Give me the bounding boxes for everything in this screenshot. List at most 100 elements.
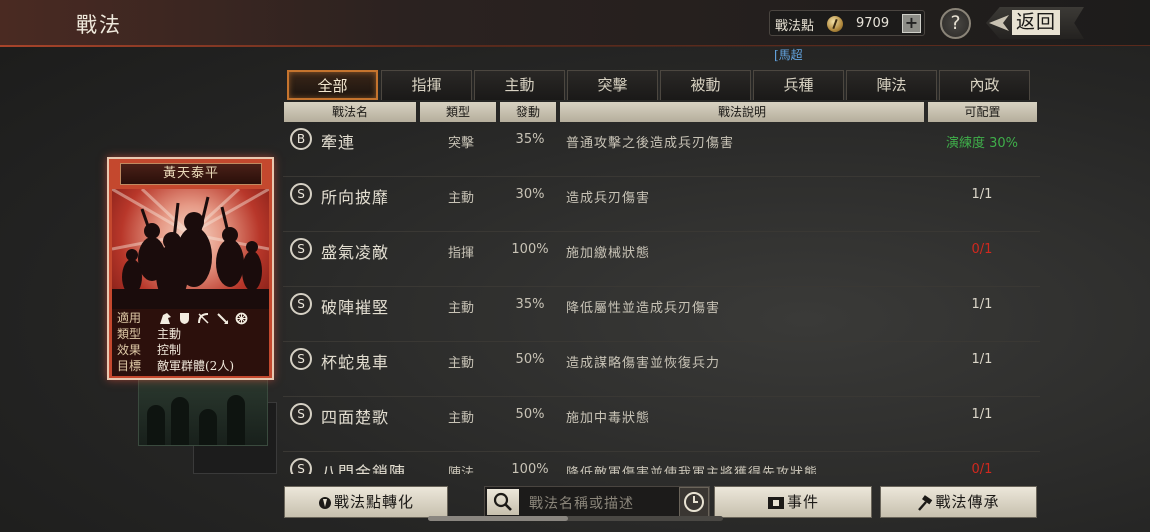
card-effect-value: 控制 — [157, 343, 182, 357]
column-header-desc: 戰法說明 — [560, 102, 924, 122]
card-type-row: 類型 主動 — [117, 327, 181, 342]
horizontal-scrollbar[interactable] — [428, 516, 723, 521]
tab-assault[interactable]: 突擊 — [567, 70, 658, 100]
card-title: 黃天泰平 — [120, 163, 262, 185]
skill-rate: 100% — [511, 462, 549, 474]
skill-availability: 1/1 — [971, 297, 993, 312]
skill-rate: 100% — [511, 242, 549, 257]
skill-row[interactable]: S 八門金鎖陣 陣法 100% 降低敵軍傷害並使我軍主將獲得先攻狀態 0/1 — [283, 452, 1040, 474]
skill-rate: 35% — [515, 132, 545, 147]
skill-card[interactable]: 黃天泰平 適用 類型 主動 效果 控制 目標 敵軍群體(2人) — [107, 157, 274, 380]
silhouette-figure — [147, 405, 165, 445]
card-effect-row: 效果 控制 — [117, 343, 181, 358]
skill-name: 四面楚歌 — [321, 408, 390, 427]
card-info-panel: 適用 類型 主動 效果 控制 目標 敵軍群體(2人) — [112, 309, 269, 376]
inherit-skill-label: 戰法傳承 — [935, 493, 1000, 511]
skill-description: 施加繳械狀態 — [566, 246, 651, 261]
tactic-points-value: 9709 — [856, 16, 890, 31]
spear-icon — [217, 313, 228, 324]
troop-type-icons — [159, 312, 248, 325]
skill-description: 造成兵刃傷害 — [566, 191, 651, 206]
skill-row[interactable]: S 破陣摧堅 主動 35% 降低屬性並造成兵刃傷害 1/1 — [283, 287, 1040, 342]
help-button[interactable]: ? — [940, 8, 971, 39]
skill-row[interactable]: B 牽連 突擊 35% 普通攻擊之後造成兵刃傷害 演練度 30% — [283, 122, 1040, 177]
tab-passive[interactable]: 被動 — [660, 70, 751, 100]
card-artwork — [112, 189, 269, 309]
shield-icon — [180, 313, 189, 324]
inherit-skill-button[interactable]: 戰法傳承 — [880, 486, 1037, 518]
history-button[interactable] — [679, 487, 709, 517]
skill-row[interactable]: S 杯蛇鬼車 主動 50% 造成謀略傷害並恢復兵力 1/1 — [283, 342, 1040, 397]
skill-description: 普通攻擊之後造成兵刃傷害 — [566, 136, 735, 151]
convert-points-label: 戰法點轉化 — [333, 493, 414, 511]
page-title: 戰法 — [76, 13, 122, 37]
skill-list: B 牽連 突擊 35% 普通攻擊之後造成兵刃傷害 演練度 30% S 所向披靡 … — [283, 122, 1040, 474]
skill-rate: 30% — [515, 187, 545, 202]
skill-row[interactable]: S 所向披靡 主動 30% 造成兵刃傷害 1/1 — [283, 177, 1040, 232]
skill-availability: 0/1 — [971, 462, 993, 474]
back-button-label: 返回 — [1012, 10, 1061, 35]
card-type-value: 主動 — [157, 327, 182, 341]
column-header-type[interactable]: 類型 — [420, 102, 496, 122]
card-apply-label: 適用 — [117, 311, 142, 325]
column-header-name[interactable]: 戰法名 — [284, 102, 416, 122]
tactic-points-label: 戰法點 — [775, 19, 815, 34]
search-placeholder: 戰法名稱或描述 — [529, 496, 634, 512]
tab-all[interactable]: 全部 — [287, 70, 378, 100]
skill-type: 指揮 — [447, 246, 474, 261]
search-button[interactable] — [487, 489, 519, 515]
grade-badge: S — [290, 348, 312, 370]
skill-description: 降低敵軍傷害並使我軍主將獲得先攻狀態 — [566, 466, 819, 474]
tactic-points-display: 戰法點 9709 + — [769, 10, 925, 36]
event-icon — [767, 497, 784, 509]
skill-row[interactable]: S 盛氣凌敵 指揮 100% 施加繳械狀態 0/1 — [283, 232, 1040, 287]
skill-availability: 0/1 — [971, 242, 993, 257]
silhouette-figure — [171, 397, 189, 445]
scrollbar-thumb[interactable] — [428, 516, 568, 521]
skill-type: 主動 — [447, 356, 474, 371]
convert-points-button[interactable]: 戰法點轉化 — [284, 486, 448, 518]
tab-formation[interactable]: 陣法 — [846, 70, 937, 100]
search-icon — [493, 492, 512, 511]
grade-badge: S — [290, 293, 312, 315]
card-target-value: 敵軍群體(2人) — [157, 359, 234, 373]
skill-availability: 1/1 — [971, 352, 993, 367]
news-ticker: [馬超 — [774, 48, 803, 62]
wheel-icon — [235, 312, 248, 325]
skill-name: 八門金鎖陣 — [321, 463, 407, 474]
grade-badge: S — [290, 403, 312, 425]
tab-troop[interactable]: 兵種 — [753, 70, 844, 100]
card-effect-label: 效果 — [117, 343, 142, 357]
search-input[interactable]: 戰法名稱或描述 — [484, 486, 710, 518]
grade-badge: S — [290, 458, 312, 474]
cavalry-icon — [160, 313, 171, 324]
grade-badge: S — [290, 183, 312, 205]
skill-row[interactable]: S 四面楚歌 主動 50% 施加中毒狀態 1/1 — [283, 397, 1040, 452]
skill-type: 突擊 — [447, 136, 474, 151]
skill-rate: 50% — [515, 352, 545, 367]
skill-availability: 演練度 30% — [945, 136, 1019, 151]
skill-type: 陣法 — [447, 466, 474, 474]
skill-description: 造成謀略傷害並恢復兵力 — [566, 356, 721, 371]
skill-name: 破陣摧堅 — [321, 298, 390, 317]
skill-name: 所向披靡 — [321, 188, 390, 207]
tab-internal[interactable]: 內政 — [939, 70, 1030, 100]
column-header-avail[interactable]: 可配置 — [928, 102, 1037, 122]
skill-type: 主動 — [447, 301, 474, 316]
skill-name: 盛氣凌敵 — [321, 243, 390, 262]
hammer-icon — [918, 495, 933, 511]
skill-description: 施加中毒狀態 — [566, 411, 651, 426]
column-header-rate[interactable]: 發動 — [500, 102, 556, 122]
card-target-label: 目標 — [117, 359, 142, 373]
warriors-illustration — [112, 189, 269, 309]
tab-command[interactable]: 指揮 — [381, 70, 472, 100]
convert-icon — [318, 497, 331, 509]
clock-icon — [684, 492, 704, 512]
silhouette-figure — [227, 395, 245, 445]
add-points-button[interactable]: + — [902, 14, 921, 33]
skill-type: 主動 — [447, 411, 474, 426]
events-button[interactable]: 事件 — [714, 486, 872, 518]
skill-type: 主動 — [447, 191, 474, 206]
back-button[interactable]: 返回 — [986, 7, 1084, 39]
tab-active[interactable]: 主動 — [474, 70, 565, 100]
